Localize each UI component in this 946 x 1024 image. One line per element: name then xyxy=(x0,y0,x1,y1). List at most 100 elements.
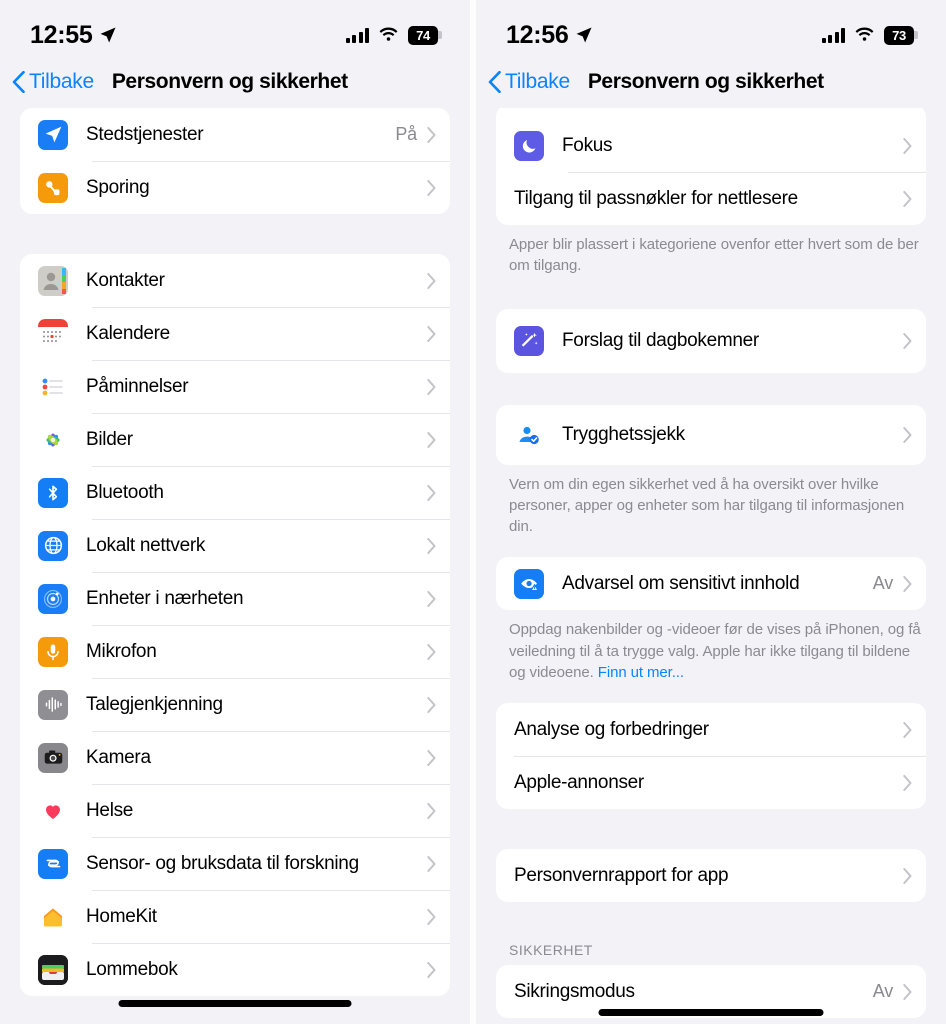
chevron-right-icon xyxy=(903,426,912,443)
wallet-icon xyxy=(38,954,68,985)
list-item-analyse-forbedringer[interactable]: Analyse og forbedringer xyxy=(496,703,926,756)
list-item-mikrofon[interactable]: Mikrofon xyxy=(20,625,450,678)
chevron-right-icon xyxy=(427,643,436,660)
list-item-sporing[interactable]: Sporing xyxy=(20,161,450,214)
speech-recognition-icon xyxy=(38,689,68,720)
footnote-text: Oppdag nakenbilder og -videoer før de vi… xyxy=(509,621,921,682)
location-services-icon xyxy=(38,119,68,150)
navigation-bar: Tilbake Personvern og sikkerhet xyxy=(0,56,470,108)
list-item-trygghetssjekk[interactable]: Trygghetssjekk xyxy=(496,405,926,465)
settings-scroll-view[interactable]: Stedstjenester På Sporing Kontakter Kale… xyxy=(0,108,470,1024)
list-item-kontakter[interactable]: Kontakter xyxy=(20,254,450,307)
location-arrow-icon xyxy=(100,27,116,43)
list-item-forslag-dagbokemner[interactable]: Forslag til dagbokemner xyxy=(496,309,926,373)
focus-icon xyxy=(514,130,544,161)
chevron-right-icon xyxy=(427,590,436,607)
list-item-label: Analyse og forbedringer xyxy=(514,718,709,740)
wifi-icon xyxy=(379,27,398,41)
tracking-icon xyxy=(38,172,68,203)
list-item-value: Av xyxy=(872,981,893,1002)
back-button[interactable]: Tilbake xyxy=(488,70,570,94)
chevron-right-icon xyxy=(427,855,436,872)
list-item-lokalt-nettverk[interactable]: Lokalt nettverk xyxy=(20,519,450,572)
chevron-right-icon xyxy=(903,190,912,207)
bottom-spacer xyxy=(476,1018,946,1024)
list-item-paminnelser[interactable]: Påminnelser xyxy=(20,360,450,413)
list-item-label: HomeKit xyxy=(86,905,157,927)
analytics-ads-card: Analyse og forbedringer Apple-annonser xyxy=(496,703,926,810)
list-item-bluetooth[interactable]: Bluetooth xyxy=(20,466,450,519)
list-item-kalendere[interactable]: Kalendere xyxy=(20,307,450,360)
list-item-talegjenkjenning[interactable]: Talegjenkjenning xyxy=(20,678,450,731)
chevron-right-icon xyxy=(427,272,436,289)
health-icon xyxy=(38,795,68,826)
list-item-stedstjenester[interactable]: Stedstjenester På xyxy=(20,108,450,161)
list-item-label: Kamera xyxy=(86,746,151,768)
list-item-label: Sikringsmodus xyxy=(514,980,635,1002)
chevron-right-icon xyxy=(427,802,436,819)
battery-percentage: 74 xyxy=(416,27,430,43)
list-item-lommebok[interactable]: Lommebok xyxy=(20,943,450,996)
list-item-apple-annonser[interactable]: Apple-annonser xyxy=(496,756,926,809)
list-item-label: Forslag til dagbokemner xyxy=(562,329,759,351)
list-item-bilder[interactable]: Bilder xyxy=(20,413,450,466)
list-item-sensor-bruksdata[interactable]: Sensor- og bruksdata til forskning xyxy=(20,837,450,890)
journaling-group-card: Forslag til dagbokemner xyxy=(496,308,926,373)
list-item-tilgang-passnokler[interactable]: Tilgang til passnøkler for nettlesere xyxy=(496,172,926,225)
right-phone-screen: 12:56 73 Tilbake Personvern og sikkerhet xyxy=(476,0,946,1024)
status-bar-right: 73 xyxy=(821,25,918,45)
app-permissions-card: Kontakter Kalendere Påminnelser Bilder B… xyxy=(20,254,450,996)
safety-check-card: Trygghetssjekk xyxy=(496,404,926,465)
learn-more-link[interactable]: Finn ut mer... xyxy=(598,664,684,681)
location-arrow-icon xyxy=(576,27,592,43)
list-item-homekit[interactable]: HomeKit xyxy=(20,890,450,943)
battery-cap xyxy=(438,31,442,39)
list-item-label: Bilder xyxy=(86,428,133,450)
sensitive-content-footnote: Oppdag nakenbilder og -videoer før de vi… xyxy=(476,610,946,683)
chevron-right-icon xyxy=(903,575,912,592)
list-item-kamera[interactable]: Kamera xyxy=(20,731,450,784)
sensitive-content-icon xyxy=(514,568,544,599)
photos-icon xyxy=(38,424,68,455)
list-item-personvernrapport[interactable]: Personvernrapport for app xyxy=(496,849,926,902)
battery-icon: 74 xyxy=(408,25,442,45)
list-item-label: Helse xyxy=(86,799,134,821)
privacy-report-card: Personvernrapport for app xyxy=(496,849,926,903)
chevron-right-icon xyxy=(427,179,436,196)
sensitive-content-card: Advarsel om sensitivt innhold Av xyxy=(496,557,926,611)
chevron-right-icon xyxy=(427,749,436,766)
list-item-helse[interactable]: Helse xyxy=(20,784,450,837)
status-bar: 12:55 74 xyxy=(0,0,470,56)
list-item-enheter-i-naerheten[interactable]: Enheter i nærheten xyxy=(20,572,450,625)
contacts-icon xyxy=(38,265,68,296)
reminders-icon xyxy=(38,371,68,402)
list-item-label: Advarsel om sensitivt innhold xyxy=(562,572,800,594)
list-item-label: Påminnelser xyxy=(86,375,189,397)
list-item-label: Fokus xyxy=(562,134,613,156)
list-item-fokus[interactable]: Fokus xyxy=(496,119,926,172)
list-item-advarsel-sensitivt[interactable]: Advarsel om sensitivt innhold Av xyxy=(496,557,926,610)
calendar-icon xyxy=(38,318,68,349)
list-item-label: Tilgang til passnøkler for nettlesere xyxy=(514,187,798,209)
page-title: Personvern og sikkerhet xyxy=(587,70,824,93)
back-button[interactable]: Tilbake xyxy=(12,70,94,94)
chevron-right-icon xyxy=(427,537,436,554)
chevron-right-icon xyxy=(903,867,912,884)
list-item-label: Stedstjenester xyxy=(86,123,204,145)
chevron-right-icon xyxy=(427,126,436,143)
list-item-value: Av xyxy=(872,573,893,594)
settings-scroll-view[interactable]: Fokus Tilgang til passnøkler for nettles… xyxy=(476,105,946,1024)
journaling-suggestions-icon xyxy=(514,325,544,356)
status-bar-right: 74 xyxy=(345,25,442,45)
chevron-right-icon xyxy=(903,983,912,1000)
status-time: 12:56 xyxy=(506,20,569,49)
chevron-right-icon xyxy=(903,774,912,791)
battery-icon: 73 xyxy=(884,25,918,45)
wifi-icon xyxy=(855,27,874,41)
